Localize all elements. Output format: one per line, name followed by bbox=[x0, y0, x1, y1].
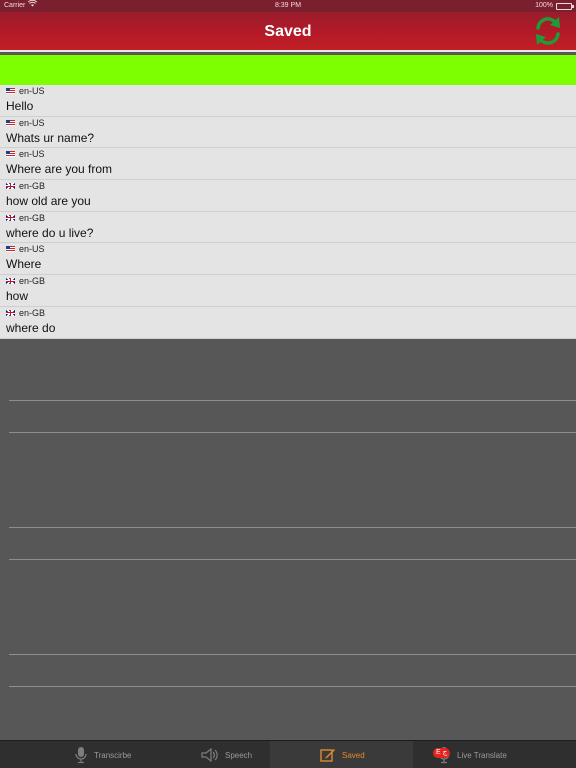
divider bbox=[9, 559, 576, 560]
saved-text: Hello bbox=[6, 99, 34, 113]
language-code: en-GB bbox=[19, 276, 46, 287]
us-flag-icon bbox=[6, 151, 15, 158]
navigation-bar: Saved bbox=[0, 12, 576, 52]
empty-area bbox=[0, 338, 576, 740]
list-item[interactable]: en-GB where do u live? bbox=[0, 212, 576, 244]
refresh-icon[interactable] bbox=[532, 14, 564, 48]
status-time: 8:39 PM bbox=[274, 2, 302, 9]
microphone-icon bbox=[74, 746, 88, 764]
speaker-icon bbox=[201, 748, 219, 762]
divider bbox=[9, 654, 576, 655]
gb-flag-icon bbox=[6, 309, 15, 316]
battery-percent: 100% bbox=[535, 2, 553, 9]
list-item[interactable]: en-GB how bbox=[0, 275, 576, 307]
language-code: en-US bbox=[19, 86, 45, 96]
language-tag: en-GB bbox=[6, 307, 45, 319]
gb-flag-icon bbox=[6, 278, 15, 285]
saved-text: Where bbox=[6, 257, 42, 272]
saved-text: how old are you bbox=[6, 194, 91, 209]
tab-label: Live Translate bbox=[457, 750, 507, 760]
language-tag: en-GB bbox=[6, 275, 45, 287]
list-item[interactable]: en-US Hello bbox=[0, 85, 576, 117]
language-tag: en-GB bbox=[6, 212, 45, 224]
us-flag-icon bbox=[6, 88, 15, 94]
language-code: en-US bbox=[19, 244, 45, 255]
language-code: en-GB bbox=[19, 212, 46, 223]
language-code: en-GB bbox=[19, 307, 46, 318]
language-code: en-US bbox=[19, 117, 45, 128]
divider bbox=[9, 527, 576, 528]
list-item[interactable]: en-GB where do bbox=[0, 307, 576, 339]
tab-transcribe[interactable]: Transcirbe bbox=[74, 741, 132, 768]
page-title: Saved bbox=[264, 23, 312, 40]
tab-speech[interactable]: Speech bbox=[201, 741, 252, 768]
language-tag: en-US bbox=[6, 85, 45, 97]
tab-bar: Transcirbe Speech Saved E ج Live Transla… bbox=[0, 740, 576, 768]
us-flag-icon bbox=[6, 246, 15, 253]
language-code: en-GB bbox=[19, 181, 46, 192]
saved-text: Where are you from bbox=[6, 162, 113, 177]
banner bbox=[0, 55, 576, 85]
status-bar: Carrier 8:39 PM 100% bbox=[0, 0, 576, 12]
list-item[interactable]: en-GB how old are you bbox=[0, 180, 576, 212]
language-tag: en-US bbox=[6, 117, 45, 129]
battery-status: 100% bbox=[535, 0, 574, 12]
divider bbox=[9, 432, 576, 433]
tab-live-translate[interactable]: E ج Live Translate bbox=[433, 741, 507, 768]
language-tag: en-GB bbox=[6, 180, 45, 192]
battery-icon bbox=[556, 2, 574, 10]
edit-icon bbox=[320, 747, 336, 763]
language-tag: en-US bbox=[6, 243, 45, 255]
us-flag-icon bbox=[6, 119, 15, 126]
list-item[interactable]: en-US Where bbox=[0, 243, 576, 276]
microphone-icon: E ج bbox=[433, 746, 451, 764]
tab-saved[interactable]: Saved bbox=[270, 741, 413, 768]
tab-label: Speech bbox=[225, 750, 253, 760]
saved-text: where do u live? bbox=[6, 225, 94, 240]
list-item[interactable]: en-US Where are you from bbox=[0, 148, 576, 181]
language-tag: en-US bbox=[6, 148, 45, 160]
list-item[interactable]: en-US Whats ur name? bbox=[0, 117, 576, 149]
divider bbox=[9, 686, 576, 687]
gb-flag-icon bbox=[6, 214, 15, 221]
language-badge: E ج bbox=[433, 748, 451, 758]
gb-flag-icon bbox=[6, 183, 15, 190]
tab-label: Transcirbe bbox=[94, 750, 132, 760]
tab-label: Saved bbox=[342, 750, 365, 760]
saved-list: en-US Hello en-US Whats ur name? en-US W… bbox=[0, 85, 576, 339]
saved-text: how bbox=[6, 289, 29, 304]
language-code: en-US bbox=[19, 149, 45, 160]
saved-text: Whats ur name? bbox=[6, 130, 95, 145]
divider bbox=[9, 400, 576, 401]
saved-text: where do bbox=[6, 320, 56, 335]
